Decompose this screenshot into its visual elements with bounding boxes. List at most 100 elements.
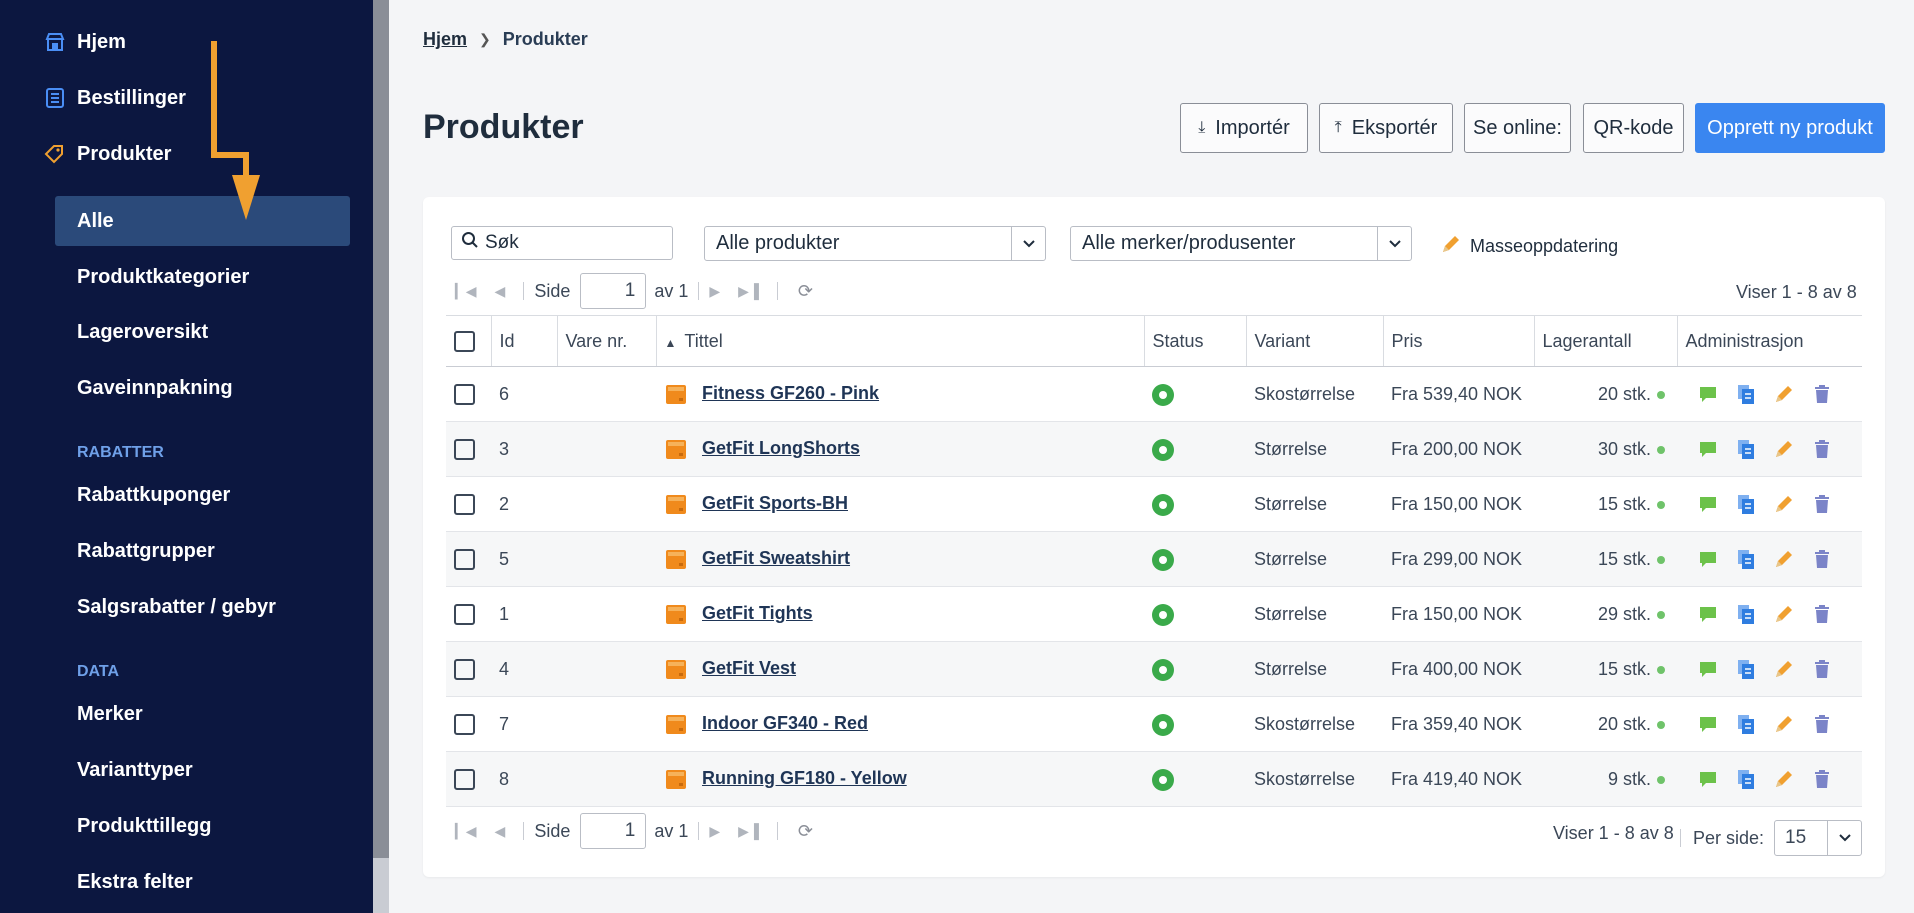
products-filter-select[interactable]: Alle produkter — [704, 226, 1046, 261]
copy-icon[interactable] — [1735, 713, 1757, 735]
comment-icon[interactable] — [1697, 768, 1719, 790]
sidebar-item-produkttillegg[interactable]: Produkttillegg — [55, 801, 350, 851]
status-active-icon[interactable] — [1152, 548, 1174, 571]
edit-pencil-icon[interactable] — [1773, 493, 1795, 515]
first-page-icon[interactable]: ▎◀ — [455, 283, 477, 300]
sidebar-scrollbar-thumb[interactable] — [373, 0, 389, 858]
prev-page-icon[interactable]: ◀ — [495, 283, 506, 300]
import-button[interactable]: ⤓ Importér — [1180, 103, 1308, 153]
trash-icon[interactable] — [1811, 438, 1833, 460]
copy-icon[interactable] — [1735, 603, 1757, 625]
row-checkbox[interactable] — [454, 713, 475, 735]
copy-icon[interactable] — [1735, 493, 1757, 515]
edit-pencil-icon[interactable] — [1773, 548, 1795, 570]
trash-icon[interactable] — [1811, 548, 1833, 570]
trash-icon[interactable] — [1811, 603, 1833, 625]
export-button[interactable]: ⤒ Eksportér — [1319, 103, 1453, 153]
edit-pencil-icon[interactable] — [1773, 713, 1795, 735]
status-active-icon[interactable] — [1152, 768, 1174, 791]
copy-icon[interactable] — [1735, 548, 1757, 570]
trash-icon[interactable] — [1811, 658, 1833, 680]
sidebar-item-gaveinnpakning[interactable]: Gaveinnpakning — [55, 363, 350, 413]
column-header-price[interactable]: Pris — [1383, 315, 1535, 367]
table-row[interactable]: 3 GetFit LongShorts Størrelse Fra 200,00 NO… — [446, 421, 1862, 477]
product-title-link[interactable]: Fitness GF260 - Pink — [702, 383, 879, 403]
product-title-link[interactable]: GetFit Tights — [702, 603, 813, 623]
sidebar-item-hjem[interactable]: Hjem — [44, 22, 126, 62]
sidebar-item-lageroversikt[interactable]: Lageroversikt — [55, 307, 350, 357]
row-checkbox[interactable] — [454, 438, 475, 460]
table-row[interactable]: 6 Fitness GF260 - Pink Skostørrelse Fra 539… — [446, 366, 1862, 422]
edit-pencil-icon[interactable] — [1773, 768, 1795, 790]
edit-pencil-icon[interactable] — [1773, 603, 1795, 625]
sidebar-item-ekstra-felter[interactable]: Ekstra felter — [55, 857, 350, 907]
row-checkbox[interactable] — [454, 493, 475, 515]
sidebar-item-bestillinger[interactable]: Bestillinger — [44, 78, 186, 118]
qr-code-button[interactable]: QR-kode — [1583, 103, 1684, 153]
status-active-icon[interactable] — [1152, 658, 1174, 681]
column-header-status[interactable]: Status — [1144, 315, 1247, 367]
trash-icon[interactable] — [1811, 768, 1833, 790]
product-title-link[interactable]: Indoor GF340 - Red — [702, 713, 868, 733]
comment-icon[interactable] — [1697, 658, 1719, 680]
row-checkbox[interactable] — [454, 603, 475, 625]
sidebar-item-produkter[interactable]: Produkter — [44, 134, 171, 174]
view-online-button[interactable]: Se online: — [1464, 103, 1571, 153]
next-page-icon[interactable]: ▶ — [709, 283, 720, 300]
copy-icon[interactable] — [1735, 438, 1757, 460]
breadcrumb-home-link[interactable]: Hjem — [423, 29, 467, 50]
sidebar-item-rabattgrupper[interactable]: Rabattgrupper — [55, 526, 350, 576]
first-page-icon[interactable]: ▎◀ — [455, 823, 477, 840]
page-number-input[interactable]: 1 — [580, 813, 647, 849]
product-title-link[interactable]: Running GF180 - Yellow — [702, 768, 907, 788]
column-header-title[interactable]: ▲ Tittel — [656, 315, 1145, 367]
comment-icon[interactable] — [1697, 438, 1719, 460]
status-active-icon[interactable] — [1152, 383, 1174, 406]
trash-icon[interactable] — [1811, 493, 1833, 515]
page-number-input[interactable]: 1 — [580, 273, 647, 309]
comment-icon[interactable] — [1697, 548, 1719, 570]
comment-icon[interactable] — [1697, 383, 1719, 405]
table-row[interactable]: 7 Indoor GF340 - Red Skostørrelse Fra 359,4… — [446, 696, 1862, 752]
product-title-link[interactable]: GetFit Vest — [702, 658, 796, 678]
edit-pencil-icon[interactable] — [1773, 438, 1795, 460]
row-checkbox[interactable] — [454, 548, 475, 570]
table-row[interactable]: 8 Running GF180 - Yellow Skostørrelse Fra 4… — [446, 751, 1862, 807]
trash-icon[interactable] — [1811, 713, 1833, 735]
column-header-sku[interactable]: Vare nr. — [557, 315, 657, 367]
last-page-icon[interactable]: ▶▐ — [738, 823, 759, 840]
comment-icon[interactable] — [1697, 603, 1719, 625]
search-input[interactable]: Søk — [451, 226, 673, 260]
copy-icon[interactable] — [1735, 383, 1757, 405]
table-row[interactable]: 2 GetFit Sports-BH Størrelse Fra 150,00 NOK… — [446, 476, 1862, 532]
prev-page-icon[interactable]: ◀ — [495, 823, 506, 840]
sidebar-item-produktkategorier[interactable]: Produktkategorier — [55, 252, 350, 302]
sidebar-item-salgsrabatter[interactable]: Salgsrabatter / gebyr — [55, 582, 350, 632]
refresh-icon[interactable]: ⟳ — [798, 281, 813, 302]
table-row[interactable]: 1 GetFit Tights Størrelse Fra 150,00 NOK 29 … — [446, 586, 1862, 642]
column-header-id[interactable]: Id — [491, 315, 558, 367]
status-active-icon[interactable] — [1152, 493, 1174, 516]
sidebar-item-varianttyper[interactable]: Varianttyper — [55, 745, 350, 795]
brands-filter-select[interactable]: Alle merker/produsenter — [1070, 226, 1412, 261]
status-active-icon[interactable] — [1152, 438, 1174, 461]
product-title-link[interactable]: GetFit LongShorts — [702, 438, 860, 458]
select-all-checkbox[interactable] — [454, 330, 475, 352]
status-active-icon[interactable] — [1152, 603, 1174, 626]
comment-icon[interactable] — [1697, 493, 1719, 515]
table-row[interactable]: 5 GetFit Sweatshirt Størrelse Fra 299,00 NO… — [446, 531, 1862, 587]
status-active-icon[interactable] — [1152, 713, 1174, 736]
table-row[interactable]: 4 GetFit Vest Størrelse Fra 400,00 NOK 15 st… — [446, 641, 1862, 697]
last-page-icon[interactable]: ▶▐ — [738, 283, 759, 300]
create-product-button[interactable]: Opprett ny produkt — [1695, 103, 1885, 153]
copy-icon[interactable] — [1735, 658, 1757, 680]
row-checkbox[interactable] — [454, 768, 475, 790]
row-checkbox[interactable] — [454, 658, 475, 680]
row-checkbox[interactable] — [454, 383, 475, 405]
column-header-stock[interactable]: Lagerantall — [1534, 315, 1678, 367]
copy-icon[interactable] — [1735, 768, 1757, 790]
column-header-variant[interactable]: Variant — [1246, 315, 1384, 367]
refresh-icon[interactable]: ⟳ — [798, 821, 813, 842]
sidebar-item-merker[interactable]: Merker — [55, 689, 350, 739]
sidebar-item-rabattkuponger[interactable]: Rabattkuponger — [55, 470, 350, 520]
